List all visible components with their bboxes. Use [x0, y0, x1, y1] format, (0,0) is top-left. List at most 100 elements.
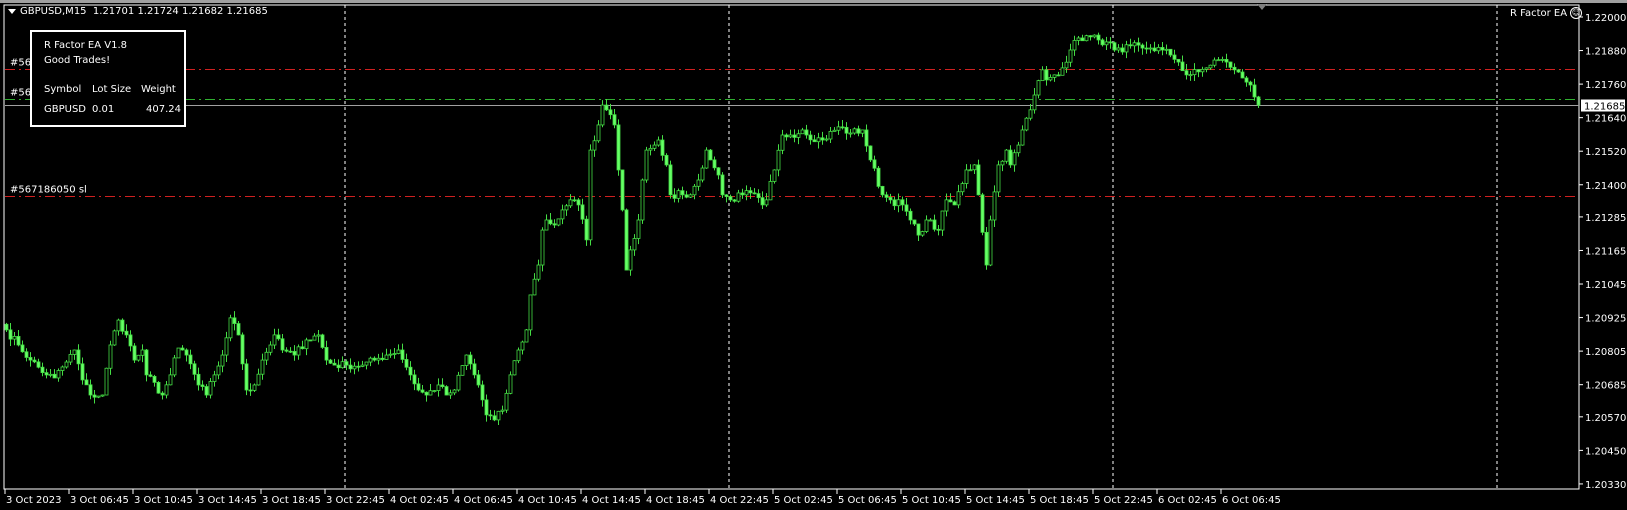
candle — [492, 415, 497, 421]
candle — [32, 359, 37, 363]
candle — [4, 323, 9, 331]
candle — [828, 131, 833, 140]
x-tick-label: 6 Oct 02:45 — [1158, 495, 1217, 506]
candle — [1224, 58, 1229, 63]
candle — [872, 159, 877, 169]
candle — [356, 365, 361, 368]
cell-weight: 407.24 — [146, 104, 181, 115]
candle — [1176, 58, 1181, 63]
candle — [752, 192, 757, 195]
candle — [804, 129, 809, 136]
candle — [268, 344, 273, 353]
candle — [616, 124, 621, 171]
candle — [1140, 44, 1145, 49]
y-tick-label: 1.20925 — [1585, 314, 1626, 325]
candle — [1064, 61, 1069, 69]
candle — [1080, 37, 1085, 42]
candle — [692, 185, 697, 196]
candle — [312, 335, 317, 341]
chart-shift-marker-icon[interactable] — [1257, 4, 1267, 10]
ea-label: R Factor EA — [1510, 8, 1568, 19]
y-tick-label: 1.21640 — [1585, 114, 1626, 125]
candle — [1200, 68, 1205, 73]
x-tick-label: 3 Oct 10:45 — [134, 495, 193, 506]
candle — [1232, 66, 1237, 71]
candle — [1112, 42, 1117, 51]
x-tick-label: 3 Oct 18:45 — [262, 495, 321, 506]
candle — [108, 344, 113, 369]
candle — [1020, 129, 1025, 146]
candle — [388, 353, 393, 356]
candle — [980, 194, 985, 233]
candle — [1192, 69, 1197, 76]
candle — [1024, 117, 1029, 131]
candle — [280, 338, 285, 351]
candle — [320, 334, 325, 348]
candle — [764, 199, 769, 206]
candle — [480, 384, 485, 401]
candle — [1184, 70, 1189, 76]
candle — [1136, 42, 1141, 46]
candle — [588, 149, 593, 241]
candle — [184, 349, 189, 356]
candle — [200, 384, 205, 387]
candle — [736, 192, 741, 202]
candle — [1104, 41, 1109, 46]
candle — [540, 229, 545, 266]
candle — [732, 199, 737, 202]
candle — [1008, 149, 1013, 166]
candle — [1216, 59, 1221, 62]
candle — [908, 210, 913, 221]
candle — [276, 334, 281, 340]
candle — [1036, 80, 1041, 96]
candle — [1252, 84, 1257, 98]
price-chart[interactable]: 1.22000 1.21880 1.21760 1.21640 1.21520 1.214… — [0, 0, 1627, 510]
candle — [1056, 74, 1061, 77]
candle — [508, 374, 513, 394]
x-tick-label: 5 Oct 10:45 — [902, 495, 961, 506]
candle — [464, 354, 469, 366]
candle — [684, 194, 689, 198]
candle — [1144, 47, 1149, 50]
candle — [164, 384, 169, 396]
x-tick-label: 4 Oct 10:45 — [518, 495, 577, 506]
candle — [220, 354, 225, 367]
candle — [576, 199, 581, 206]
ea-status: R Factor EA ☺ — [1510, 7, 1583, 19]
candle — [628, 249, 633, 271]
candle — [552, 223, 557, 226]
y-tick-label: 1.21880 — [1585, 47, 1626, 58]
column-symbol: Symbol — [44, 84, 82, 95]
candle — [248, 389, 253, 392]
candle — [1228, 61, 1233, 68]
candle — [240, 334, 245, 365]
candle — [696, 179, 701, 187]
candle — [176, 347, 181, 359]
y-tick-label: 1.20805 — [1585, 347, 1626, 358]
candle — [984, 231, 989, 266]
candle — [640, 179, 645, 221]
candle — [532, 278, 537, 296]
candle — [1120, 47, 1125, 53]
x-tick-label: 4 Oct 14:45 — [582, 495, 641, 506]
candle — [928, 219, 933, 222]
candle — [604, 104, 609, 111]
candle — [148, 374, 153, 377]
candle — [300, 346, 305, 350]
candle — [900, 199, 905, 206]
candle — [456, 374, 461, 391]
candle — [136, 354, 141, 361]
y-tick-label: 1.21400 — [1585, 181, 1626, 192]
candle — [440, 384, 445, 387]
x-tick-label: 4 Oct 18:45 — [646, 495, 705, 506]
y-tick-label: 1.20450 — [1585, 446, 1626, 457]
candle — [80, 363, 85, 381]
dropdown-triangle-icon[interactable] — [8, 8, 16, 14]
candle — [232, 317, 237, 324]
ohlc-values: 1.21701 1.21724 1.21682 1.21685 — [92, 6, 268, 17]
candle — [888, 197, 893, 201]
x-tick-label: 4 Oct 02:45 — [390, 495, 449, 506]
candle — [896, 199, 901, 207]
candle — [8, 329, 13, 340]
candle — [52, 373, 57, 379]
